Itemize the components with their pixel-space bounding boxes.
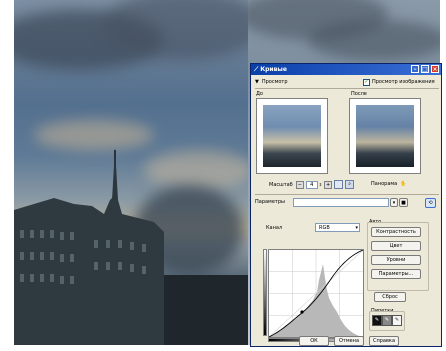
zoom-spinner-icon[interactable]: ⇕ bbox=[319, 182, 322, 187]
zoom-label: Масштаб bbox=[269, 181, 293, 188]
params-select[interactable] bbox=[293, 198, 389, 207]
building-silhouette bbox=[14, 148, 248, 345]
background-photo bbox=[14, 0, 248, 345]
reset-button[interactable]: Сброс bbox=[374, 292, 406, 302]
dialog-titlebar[interactable]: ⟋ Кривые – □ × bbox=[251, 64, 441, 75]
dialog-title: Кривые bbox=[260, 66, 287, 73]
preview-label: Просмотр bbox=[261, 79, 288, 85]
channel-label: Канал bbox=[266, 225, 283, 231]
channel-select[interactable]: RGB ▾ bbox=[315, 223, 360, 232]
separator bbox=[255, 194, 439, 195]
zoom-input[interactable]: 4 bbox=[305, 180, 318, 189]
cancel-button[interactable]: Отмена bbox=[334, 336, 364, 346]
after-preview-image bbox=[356, 105, 414, 167]
options-button[interactable]: Параметры... bbox=[371, 269, 421, 279]
collapse-arrow-icon[interactable]: ▼ bbox=[255, 79, 259, 85]
close-button[interactable]: × bbox=[431, 65, 439, 73]
curves-icon: ⟋ bbox=[254, 65, 259, 73]
zoom-out-icon[interactable]: − bbox=[295, 180, 304, 189]
color-button[interactable]: Цвет bbox=[371, 241, 421, 251]
black-pipette-icon[interactable]: ✎ bbox=[372, 315, 382, 326]
contrast-button[interactable]: Контрастность bbox=[371, 227, 421, 237]
pan-label: Панорама bbox=[371, 181, 398, 187]
zoom-magnifier-icon[interactable]: ⌕ bbox=[345, 180, 355, 189]
curve-graph[interactable] bbox=[268, 249, 364, 338]
after-preview[interactable] bbox=[349, 98, 421, 174]
preview-image-label: Просмотр изображения bbox=[372, 79, 435, 85]
params-label: Параметры bbox=[255, 199, 285, 205]
minimize-button[interactable]: – bbox=[411, 65, 419, 73]
separator bbox=[255, 88, 439, 89]
curve-point[interactable] bbox=[300, 310, 304, 314]
curves-dialog: ⟋ Кривые – □ × ▼ Просмотр ✓ Просмотр изо… bbox=[250, 63, 442, 347]
params-dropdown-icon[interactable]: ▾ bbox=[390, 198, 398, 207]
help-button[interactable]: Справка bbox=[369, 336, 399, 346]
after-label: После bbox=[351, 91, 367, 97]
channel-dropdown-icon[interactable]: ▾ bbox=[355, 224, 358, 232]
save-preset-icon[interactable]: ■ bbox=[399, 198, 408, 207]
before-label: До bbox=[256, 91, 263, 97]
link-icon[interactable]: ⟲ bbox=[425, 198, 436, 208]
before-preview[interactable] bbox=[256, 98, 328, 174]
ok-button[interactable]: ОК bbox=[299, 336, 329, 346]
zoom-fit-icon[interactable] bbox=[334, 180, 344, 189]
channel-value: RGB bbox=[319, 225, 330, 231]
input-gradient-bar bbox=[263, 249, 267, 336]
zoom-in-icon[interactable]: + bbox=[324, 180, 333, 189]
curve-canvas[interactable] bbox=[269, 250, 363, 337]
white-pipette-icon[interactable]: ✎ bbox=[392, 315, 402, 326]
pan-hand-icon[interactable]: ✋ bbox=[400, 181, 406, 187]
gray-pipette-icon[interactable]: ✎ bbox=[382, 315, 392, 326]
before-preview-image bbox=[263, 105, 321, 167]
maximize-button[interactable]: □ bbox=[421, 65, 429, 73]
levels-button[interactable]: Уровни bbox=[371, 255, 421, 265]
preview-image-checkbox[interactable]: ✓ bbox=[363, 78, 370, 86]
